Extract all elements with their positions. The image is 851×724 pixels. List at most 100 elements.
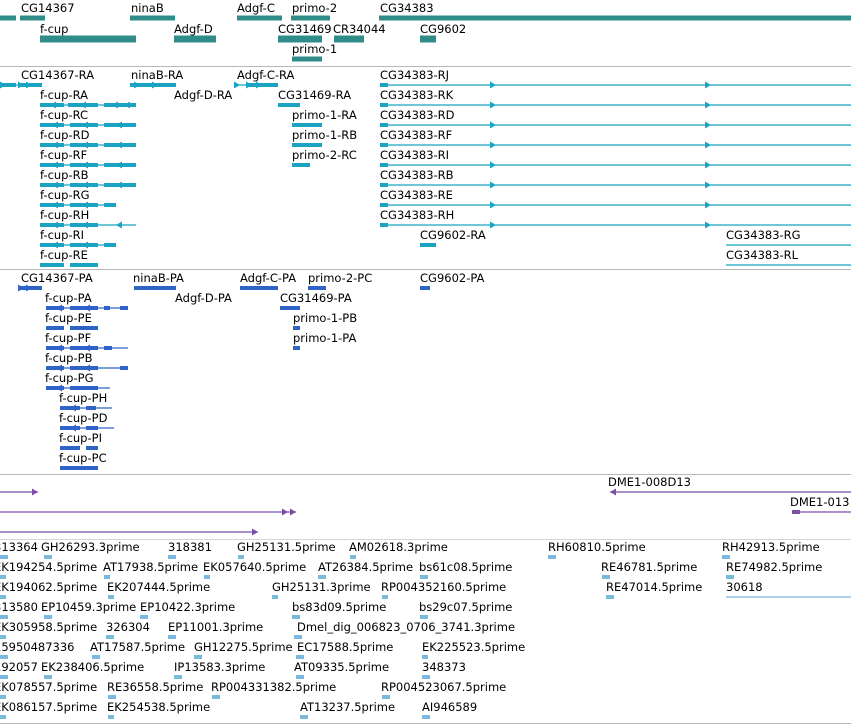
feature-glyph[interactable] xyxy=(108,715,114,719)
feature-glyph[interactable] xyxy=(0,15,45,21)
feature-label[interactable]: Adgf-D-RA xyxy=(174,89,232,102)
feature-label[interactable]: 348373 xyxy=(422,661,466,674)
feature-glyph[interactable] xyxy=(420,35,436,43)
feature-glyph[interactable] xyxy=(238,555,244,559)
feature-glyph[interactable] xyxy=(130,15,175,21)
feature-glyph[interactable] xyxy=(194,655,202,659)
feature-label[interactable]: CG34383-RH xyxy=(380,209,454,222)
feature-glyph[interactable] xyxy=(234,81,278,89)
feature-label[interactable]: AT17587.5prime xyxy=(90,641,185,654)
feature-label[interactable]: IP13583.3prime xyxy=(174,661,265,674)
feature-label[interactable]: primo-1 xyxy=(292,43,337,56)
feature-glyph[interactable] xyxy=(278,103,300,107)
feature-glyph[interactable] xyxy=(212,695,220,699)
feature-glyph[interactable] xyxy=(174,35,216,43)
feature-glyph[interactable] xyxy=(168,635,176,639)
feature-label[interactable]: 15950487336 xyxy=(0,641,74,654)
feature-label[interactable]: CR34044 xyxy=(333,23,386,36)
feature-label[interactable]: EC17588.5prime xyxy=(297,641,393,654)
feature-label[interactable]: GH26293.3prime xyxy=(41,541,140,554)
feature-label[interactable]: CG34383-RJ xyxy=(380,69,449,82)
feature-label[interactable]: f-cup xyxy=(40,23,68,36)
feature-glyph[interactable] xyxy=(280,306,300,310)
feature-label[interactable]: CG34383-RG xyxy=(726,229,801,242)
feature-glyph[interactable] xyxy=(60,446,98,450)
feature-glyph[interactable] xyxy=(291,15,330,21)
feature-glyph[interactable] xyxy=(292,56,322,62)
feature-label[interactable]: bs29c07.5prime xyxy=(419,601,512,614)
feature-label[interactable]: EK238406.5prime xyxy=(41,661,144,674)
feature-glyph[interactable] xyxy=(0,675,8,679)
feature-label[interactable]: 30618 xyxy=(726,581,763,594)
feature-glyph[interactable] xyxy=(420,243,436,247)
feature-glyph[interactable] xyxy=(0,715,6,719)
feature-label[interactable]: EK057640.5prime xyxy=(203,561,306,574)
feature-label[interactable]: CG31469 xyxy=(278,23,332,36)
feature-label[interactable]: CG9602 xyxy=(420,23,466,36)
feature-glyph[interactable] xyxy=(108,695,116,699)
feature-glyph[interactable] xyxy=(60,466,98,470)
feature-label[interactable]: CG31469-PA xyxy=(280,292,352,305)
feature-label[interactable]: CG31469-RA xyxy=(278,89,351,102)
feature-glyph[interactable] xyxy=(300,715,308,719)
feature-label[interactable]: f-cup-PI xyxy=(59,432,102,445)
feature-glyph[interactable] xyxy=(0,508,296,516)
feature-glyph[interactable] xyxy=(92,655,100,659)
feature-label[interactable]: RH42913.5prime xyxy=(722,541,820,554)
feature-glyph[interactable] xyxy=(204,575,210,579)
feature-glyph[interactable] xyxy=(0,595,6,599)
feature-label[interactable]: AI946589 xyxy=(422,701,477,714)
feature-label[interactable]: RE47014.5prime xyxy=(606,581,702,594)
feature-label[interactable]: AT17938.5prime xyxy=(103,561,198,574)
feature-glyph[interactable] xyxy=(106,635,114,639)
feature-label[interactable]: AT13237.5prime xyxy=(300,701,395,714)
feature-label[interactable]: CG34383-RF xyxy=(380,129,452,142)
feature-glyph[interactable] xyxy=(0,635,6,639)
feature-label[interactable]: CG14367-PA xyxy=(21,272,93,285)
feature-glyph[interactable] xyxy=(292,163,310,167)
feature-label[interactable]: f-cup-RH xyxy=(40,209,89,222)
feature-label[interactable]: f-cup-RC xyxy=(40,109,88,122)
feature-label[interactable]: CG34383-RD xyxy=(380,109,455,122)
feature-label[interactable]: f-cup-RA xyxy=(40,89,88,102)
feature-glyph[interactable] xyxy=(293,346,300,350)
feature-label[interactable]: f-cup-RB xyxy=(40,169,89,182)
feature-glyph[interactable] xyxy=(422,715,430,719)
feature-label[interactable]: f-cup-RI xyxy=(40,229,84,242)
feature-glyph[interactable] xyxy=(422,655,428,659)
feature-glyph[interactable] xyxy=(350,555,356,559)
feature-label[interactable]: ninaB-RA xyxy=(131,69,183,82)
feature-label[interactable]: RE46781.5prime xyxy=(601,561,697,574)
feature-label[interactable]: primo-2-RC xyxy=(292,149,357,162)
feature-label[interactable]: Dmel_dig_006823_0706_3741.3prime xyxy=(297,621,515,634)
feature-label[interactable]: RE74982.5prime xyxy=(726,561,822,574)
feature-label[interactable]: f-cup-PG xyxy=(45,372,93,385)
feature-label[interactable]: CG14367-RA xyxy=(21,69,94,82)
feature-label[interactable]: bs83d09.5prime xyxy=(292,601,386,614)
feature-glyph[interactable] xyxy=(380,141,851,149)
feature-label[interactable]: AT09335.5prime xyxy=(294,661,389,674)
feature-label[interactable]: Adgf-D-PA xyxy=(175,292,232,305)
feature-glyph[interactable] xyxy=(606,595,614,599)
feature-label[interactable]: f-cup-RF xyxy=(40,149,87,162)
feature-glyph[interactable] xyxy=(420,615,428,619)
feature-label[interactable]: f-cup-RD xyxy=(40,129,89,142)
feature-label[interactable]: f-cup-PF xyxy=(45,332,91,345)
feature-glyph[interactable] xyxy=(0,81,42,89)
feature-glyph[interactable] xyxy=(134,286,176,290)
feature-glyph[interactable] xyxy=(40,263,98,267)
feature-glyph[interactable] xyxy=(44,555,52,559)
feature-glyph[interactable] xyxy=(422,675,430,679)
feature-glyph[interactable] xyxy=(130,81,176,89)
feature-glyph[interactable] xyxy=(40,35,136,43)
feature-label[interactable]: CG34383-RE xyxy=(380,189,453,202)
feature-label[interactable]: CG34383-RI xyxy=(380,149,449,162)
feature-label[interactable]: EP11001.3prime xyxy=(168,621,263,634)
feature-glyph[interactable] xyxy=(18,284,42,292)
feature-glyph[interactable] xyxy=(174,675,182,679)
feature-glyph[interactable] xyxy=(792,510,851,514)
feature-glyph[interactable] xyxy=(140,615,148,619)
feature-label[interactable]: EK225523.5prime xyxy=(422,641,525,654)
feature-glyph[interactable] xyxy=(0,615,8,619)
feature-glyph[interactable] xyxy=(0,575,6,579)
